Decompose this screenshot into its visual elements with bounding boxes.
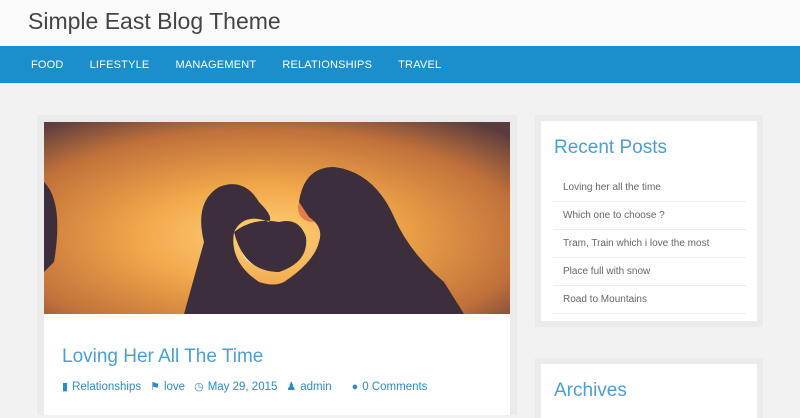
post-comments[interactable]: 0 Comments — [362, 381, 427, 393]
post-tag[interactable]: love — [164, 381, 185, 393]
tags-icon: ⚑ — [150, 381, 160, 393]
post-date[interactable]: May 29, 2015 — [208, 381, 278, 393]
recent-post-link[interactable]: Place full with snow — [553, 258, 746, 286]
post-category[interactable]: Relationships — [72, 381, 141, 393]
post-meta: ▮ Relationships ⚑ love ◷ May 29, 2015 ♟ … — [62, 380, 436, 394]
bookmark-icon: ▮ — [62, 381, 69, 393]
comment-icon: ● — [351, 380, 359, 393]
nav-travel[interactable]: TRAVEL — [398, 59, 441, 71]
site-header: Simple East Blog Theme — [0, 0, 800, 46]
post-title[interactable]: Loving Her All The Time — [62, 346, 263, 368]
recent-post-link[interactable]: Tram, Train which i love the most — [553, 230, 746, 258]
nav-relationships[interactable]: RELATIONSHIPS — [282, 59, 372, 71]
post-card: Loving Her All The Time ▮ Relationships … — [37, 115, 517, 415]
post-author[interactable]: admin — [300, 381, 331, 393]
site-title[interactable]: Simple East Blog Theme — [28, 8, 281, 35]
nav-food[interactable]: FOOD — [31, 59, 64, 71]
clock-icon: ◷ — [194, 381, 204, 393]
recent-post-link[interactable]: Road to Mountains — [553, 286, 746, 314]
archives-widget: Archives — [535, 358, 763, 418]
main-nav: FOOD LIFESTYLE MANAGEMENT RELATIONSHIPS … — [0, 46, 800, 83]
recent-post-link[interactable]: Which one to choose ? — [553, 202, 746, 230]
post-featured-image[interactable] — [44, 122, 510, 314]
user-icon: ♟ — [286, 381, 297, 393]
recent-posts-title: Recent Posts — [554, 137, 667, 158]
archives-title: Archives — [554, 380, 627, 401]
recent-posts-widget: Recent Posts Loving her all the time Whi… — [535, 115, 763, 327]
nav-lifestyle[interactable]: LIFESTYLE — [90, 59, 150, 71]
nav-management[interactable]: MANAGEMENT — [175, 59, 256, 71]
recent-post-link[interactable]: Loving her all the time — [553, 174, 746, 202]
recent-posts-list: Loving her all the time Which one to cho… — [553, 174, 746, 314]
